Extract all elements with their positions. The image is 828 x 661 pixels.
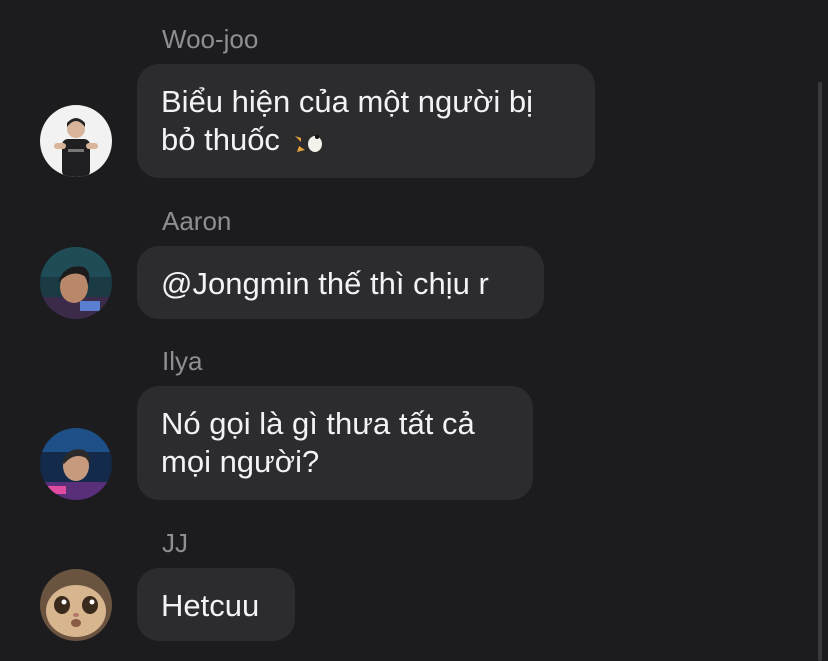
sender-name: Ilya xyxy=(162,346,203,376)
person-icon xyxy=(40,247,112,319)
sender-name: Aaron xyxy=(162,206,232,236)
penguin-emoji-icon xyxy=(293,126,333,165)
message-line: bỏ thuốc xyxy=(161,122,280,157)
message-bubble[interactable]: Nó gọi là gì thưa tất cả mọi người? xyxy=(137,386,533,500)
message-bubble[interactable]: @Jongmin thế thì chịu r xyxy=(137,246,544,319)
message-line: @Jongmin thế thì chịu r xyxy=(161,266,489,301)
avatar[interactable] xyxy=(40,428,112,500)
person-icon xyxy=(40,105,112,177)
sender-name: Woo-joo xyxy=(162,24,259,54)
message-line-with-emoji: bỏ thuốc xyxy=(161,121,571,165)
person-icon xyxy=(40,428,112,500)
message-line: Hetcuu xyxy=(161,588,260,623)
avatar[interactable] xyxy=(40,105,112,177)
sender-name: JJ xyxy=(162,528,188,558)
scrollbar[interactable] xyxy=(818,82,822,661)
avatar[interactable] xyxy=(40,569,112,641)
message-line: Biểu hiện của một người bị xyxy=(161,84,533,119)
avatar[interactable] xyxy=(40,247,112,319)
message-bubble[interactable]: Biểu hiện của một người bị bỏ thuốc xyxy=(137,64,595,178)
message-line: Nó gọi là gì thưa tất cả xyxy=(161,406,475,441)
message-bubble[interactable]: Hetcuu xyxy=(137,568,295,641)
chat-thread: Woo-joo Biểu hiện của một người bị bỏ th… xyxy=(0,0,828,661)
message-line: mọi người? xyxy=(161,444,320,479)
cat-icon xyxy=(40,569,112,641)
